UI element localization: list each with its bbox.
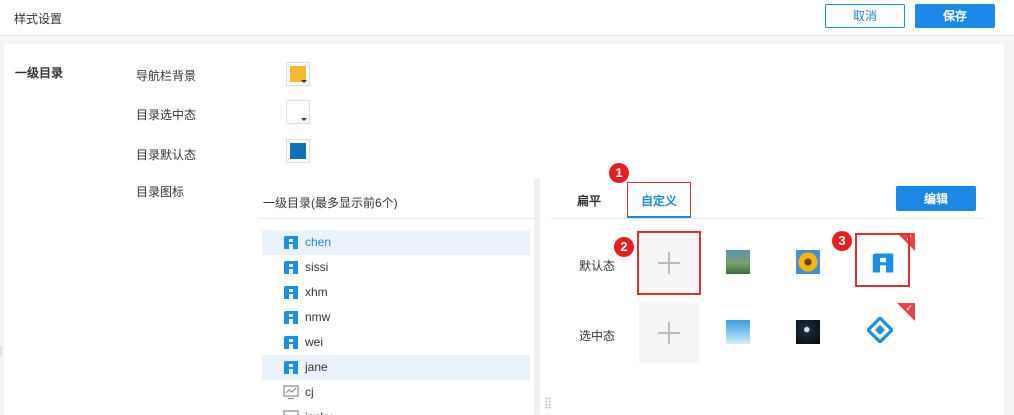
list-item-label: chen: [305, 235, 332, 249]
tab-custom[interactable]: 自定义: [627, 182, 691, 218]
app-logo-icon: [284, 336, 298, 349]
list-item[interactable]: xhm: [262, 280, 530, 305]
annotation-badge-2: 2: [614, 237, 634, 257]
list-item[interactable]: sissi: [262, 255, 530, 280]
landscape-thumbnail[interactable]: [726, 250, 750, 274]
list-item[interactable]: chen: [262, 230, 530, 255]
list-item[interactable]: jacky: [262, 405, 530, 415]
catalog-list: 一级目录(最多显示前6个) chen sissi xhm nmw wei jan…: [253, 178, 541, 415]
list-item[interactable]: nmw: [262, 305, 530, 330]
nav-bg-color-picker[interactable]: [286, 62, 310, 86]
selected-row-label: 选中态: [579, 329, 616, 343]
save-button[interactable]: 保存: [915, 4, 995, 28]
caret-down-icon: [301, 118, 307, 121]
resize-handle-icon[interactable]: [545, 397, 551, 409]
caret-down-icon: [301, 80, 307, 83]
selected-diamond-icon-cell[interactable]: ✓: [855, 303, 915, 363]
default-row-label: 默认态: [579, 259, 616, 273]
list-item-label: jane: [305, 360, 328, 374]
catalog-icon-label: 目录图标: [136, 185, 185, 199]
list-item-label: cj: [305, 385, 314, 399]
chart-icon: [283, 410, 299, 415]
highlight-frame: [855, 233, 910, 287]
section-label: 一级目录: [15, 66, 64, 80]
list-item[interactable]: wei: [262, 330, 530, 355]
checkmark-icon: ✓: [905, 303, 913, 313]
list-item-label: xhm: [305, 285, 328, 299]
annotation-badge-3: 3: [832, 231, 852, 251]
nav-bg-label: 导航栏背景: [136, 69, 197, 83]
app-logo-icon: [284, 286, 298, 299]
sunflower-thumbnail[interactable]: [796, 250, 820, 274]
default-swatch: [290, 143, 306, 159]
page-title: 样式设置: [14, 12, 63, 26]
default-color-picker[interactable]: [286, 139, 310, 163]
sky-thumbnail[interactable]: [726, 320, 750, 344]
list-item[interactable]: jane: [262, 355, 530, 380]
divider: [551, 218, 985, 219]
app-logo-icon: [284, 261, 298, 274]
divider: [259, 218, 534, 219]
app-logo-icon: [284, 311, 298, 324]
add-selected-icon-button[interactable]: [639, 303, 699, 363]
list-item-label: nmw: [305, 310, 331, 324]
scrollbar[interactable]: [534, 178, 540, 415]
chart-icon: [283, 385, 299, 400]
top-bar: 样式设置 取消 保存: [0, 0, 1014, 36]
list-item-label: sissi: [305, 260, 329, 274]
annotation-badge-1: 1: [609, 163, 629, 183]
icon-panel: 扁平 自定义 编辑 默认态 选中态 ✓ ✓: [551, 178, 1006, 415]
moon-thumbnail[interactable]: [796, 320, 820, 344]
tab-flat[interactable]: 扁平: [577, 192, 601, 209]
list-item-label: jacky: [305, 410, 332, 415]
resize-handle-icon[interactable]: [0, 346, 2, 356]
list-item-label: wei: [305, 335, 324, 349]
app-logo-icon: [284, 236, 298, 249]
default-state-label: 目录默认态: [136, 148, 197, 162]
list-header: 一级目录(最多显示前6个): [263, 196, 398, 210]
selected-color-picker[interactable]: [286, 100, 310, 124]
tab-custom-label: 自定义: [641, 194, 678, 208]
edit-button[interactable]: 编辑: [896, 186, 976, 211]
app-logo-icon: [284, 361, 298, 374]
list-item[interactable]: cj: [262, 380, 530, 405]
cancel-button[interactable]: 取消: [825, 4, 905, 28]
diamond-logo-icon: [867, 317, 893, 343]
selected-state-label: 目录选中态: [136, 108, 197, 122]
highlight-frame: [637, 231, 701, 295]
